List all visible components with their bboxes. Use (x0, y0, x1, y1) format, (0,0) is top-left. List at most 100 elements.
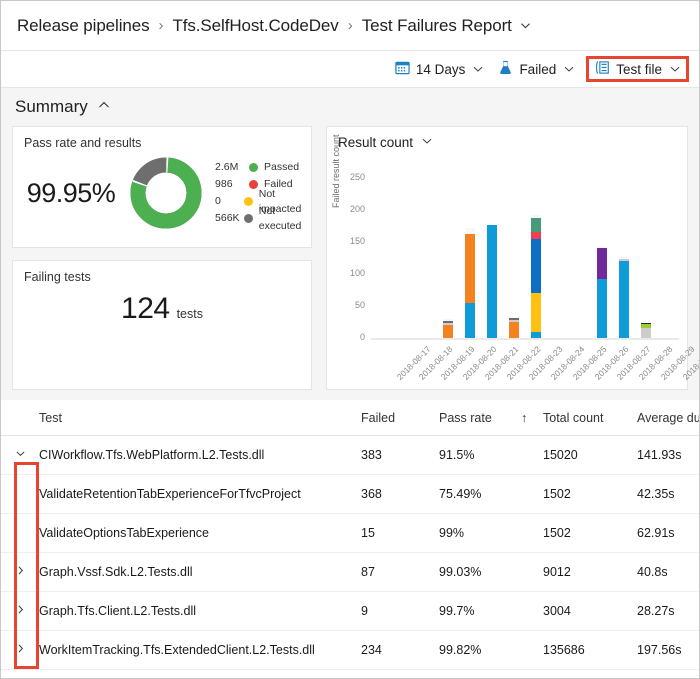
table-row[interactable]: CIWorkflow.Tfs.WebPlatform.L2.Tests.dll 3… (1, 435, 699, 475)
chevron-down-icon[interactable] (472, 63, 484, 75)
legend-value: 0 (215, 195, 221, 207)
cell-average-duration: 62.91s (637, 513, 699, 553)
test-results-table: Test Failed Pass rate ↑ Total count Aver… (1, 400, 699, 670)
bar-2018-08-29[interactable] (641, 322, 651, 338)
filter-outcome[interactable]: Failed (491, 57, 582, 81)
chevron-right-icon[interactable] (1, 552, 39, 592)
cell-pass-rate: 99.82% (439, 630, 521, 670)
bar-2018-08-20[interactable] (443, 319, 453, 338)
cell-pass-rate: 99.7% (439, 591, 521, 631)
pass-rate-legend: 2.6M Passed 986 Failed 0 Not impacted 56… (215, 160, 311, 232)
legend-swatch-not-impacted (243, 197, 253, 206)
bar-series-container (371, 150, 679, 370)
chevron-right-icon[interactable] (1, 630, 39, 670)
cell-test-name: CIWorkflow.Tfs.WebPlatform.L2.Tests.dll (39, 435, 361, 475)
breadcrumb-separator: › (158, 17, 164, 34)
result-count-plot: Failed result count 0 50 100 150 200 250 2018… (327, 134, 699, 381)
table-row[interactable]: Graph.Tfs.Client.L2.Tests.dll 9 99.7% 3004 2… (1, 591, 699, 631)
summary-left-column: Pass rate and results 99.95% 2.6M Passed… (12, 126, 312, 390)
test-file-icon (594, 60, 610, 78)
column-header-average-duration[interactable]: Average duratio (637, 400, 699, 436)
cell-sort-spacer (521, 630, 543, 670)
chevron-right-icon[interactable] (1, 591, 39, 631)
column-header-failed[interactable]: Failed (361, 400, 439, 436)
filter-date-range[interactable]: 14 Days (388, 57, 492, 81)
legend-value: 566K (215, 212, 240, 224)
bar-2018-08-27[interactable] (597, 246, 607, 338)
cell-pass-rate: 99% (439, 513, 521, 553)
column-header-test[interactable]: Test (39, 400, 361, 436)
y-axis-tick: 150 (349, 236, 365, 246)
bar-segment-blue (619, 261, 629, 338)
cell-total-count: 1502 (543, 513, 637, 553)
cell-total-count: 9012 (543, 552, 637, 592)
bar-2018-08-21[interactable] (465, 227, 475, 338)
summary-header[interactable]: Summary (1, 88, 699, 126)
failing-tests-card: Failing tests 124 tests (12, 260, 312, 390)
bar-segment-grey (641, 327, 651, 338)
failing-tests-card-title: Failing tests (24, 270, 91, 284)
x-axis-ticks: 2018-08-17 2018-08-18 2018-08-19 2018-08-20… (371, 342, 699, 402)
cell-failed: 9 (361, 591, 439, 631)
filter-group-by[interactable]: Test file (586, 56, 689, 82)
breadcrumb-item-pipeline[interactable]: Tfs.SelfHost.CodeDev (173, 16, 339, 36)
y-axis-tick: 0 (359, 332, 365, 342)
legend-swatch-not-executed (243, 214, 253, 223)
legend-label: Passed (264, 161, 300, 173)
flask-icon (498, 60, 513, 78)
table-row[interactable]: ValidateRetentionTabExperienceForTfvcPro… (1, 474, 699, 514)
table-row[interactable]: WorkItemTracking.Tfs.ExtendedClient.L2.T… (1, 630, 699, 670)
filter-toolbar: 14 Days Failed Test file (1, 50, 699, 88)
y-axis-tick: 100 (349, 268, 365, 278)
filter-date-range-label: 14 Days (415, 61, 466, 77)
cell-total-count: 135686 (543, 630, 637, 670)
table-row[interactable]: Graph.Vssf.Sdk.L2.Tests.dll 87 99.03% 9012 4… (1, 552, 699, 592)
table-row[interactable]: ValidateOptionsTabExperience 15 99% 1502 62.… (1, 513, 699, 553)
chevron-down-icon[interactable] (1, 435, 39, 475)
breadcrumb-separator: › (347, 17, 353, 34)
result-count-header[interactable]: Result count (327, 127, 687, 150)
cell-test-name: Graph.Tfs.Client.L2.Tests.dll (39, 591, 361, 631)
cell-total-count: 3004 (543, 591, 637, 631)
cell-total-count: 15020 (543, 435, 637, 475)
bar-2018-08-22[interactable] (487, 225, 497, 338)
cell-average-duration: 28.27s (637, 591, 699, 631)
column-header-pass-rate[interactable]: Pass rate (439, 400, 521, 436)
summary-section: Summary Pass rate and results 99.95% 2.6… (1, 88, 699, 400)
result-count-title: Result count (338, 135, 414, 150)
chevron-down-icon[interactable] (421, 135, 433, 150)
cell-failed: 383 (361, 435, 439, 475)
bar-2018-08-23[interactable] (509, 317, 519, 338)
chevron-down-icon[interactable] (519, 19, 532, 32)
legend-swatch-failed (249, 180, 259, 189)
breadcrumb-item-report[interactable]: Test Failures Report (362, 16, 512, 36)
breadcrumb: Release pipelines › Tfs.SelfHost.CodeDev… (1, 1, 699, 50)
failing-tests-unit: tests (176, 307, 203, 321)
table-header-row: Test Failed Pass rate ↑ Total count Aver… (1, 400, 699, 436)
cell-sort-spacer (521, 513, 543, 553)
bar-2018-08-24[interactable] (531, 214, 541, 338)
chevron-down-icon[interactable] (669, 63, 681, 75)
cell-total-count: 1502 (543, 474, 637, 514)
bar-segment-orange (509, 322, 519, 338)
y-axis-tick: 250 (349, 172, 365, 182)
cell-sort-spacer (521, 474, 543, 514)
chevron-down-icon[interactable] (563, 63, 575, 75)
bar-2018-08-28[interactable] (619, 257, 629, 338)
cell-failed: 234 (361, 630, 439, 670)
cell-test-name: WorkItemTracking.Tfs.ExtendedClient.L2.T… (39, 630, 361, 670)
table-body: CIWorkflow.Tfs.WebPlatform.L2.Tests.dll 3… (1, 435, 699, 670)
cell-pass-rate: 91.5% (439, 435, 521, 475)
cell-pass-rate: 99.03% (439, 552, 521, 592)
column-header-total-count[interactable]: Total count (543, 400, 637, 436)
cell-test-name: ValidateOptionsTabExperience (39, 513, 361, 553)
cell-pass-rate: 75.49% (439, 474, 521, 514)
sort-ascending-icon[interactable]: ↑ (521, 400, 543, 436)
breadcrumb-item-release-pipelines[interactable]: Release pipelines (17, 16, 150, 36)
legend-item: 2.6M Passed (215, 160, 311, 175)
calendar-icon (395, 60, 410, 78)
summary-cards: Pass rate and results 99.95% 2.6M Passed… (1, 126, 699, 390)
cell-sort-spacer (521, 552, 543, 592)
test-failures-report-page: Release pipelines › Tfs.SelfHost.CodeDev… (0, 0, 700, 679)
chevron-up-icon[interactable] (97, 97, 111, 117)
